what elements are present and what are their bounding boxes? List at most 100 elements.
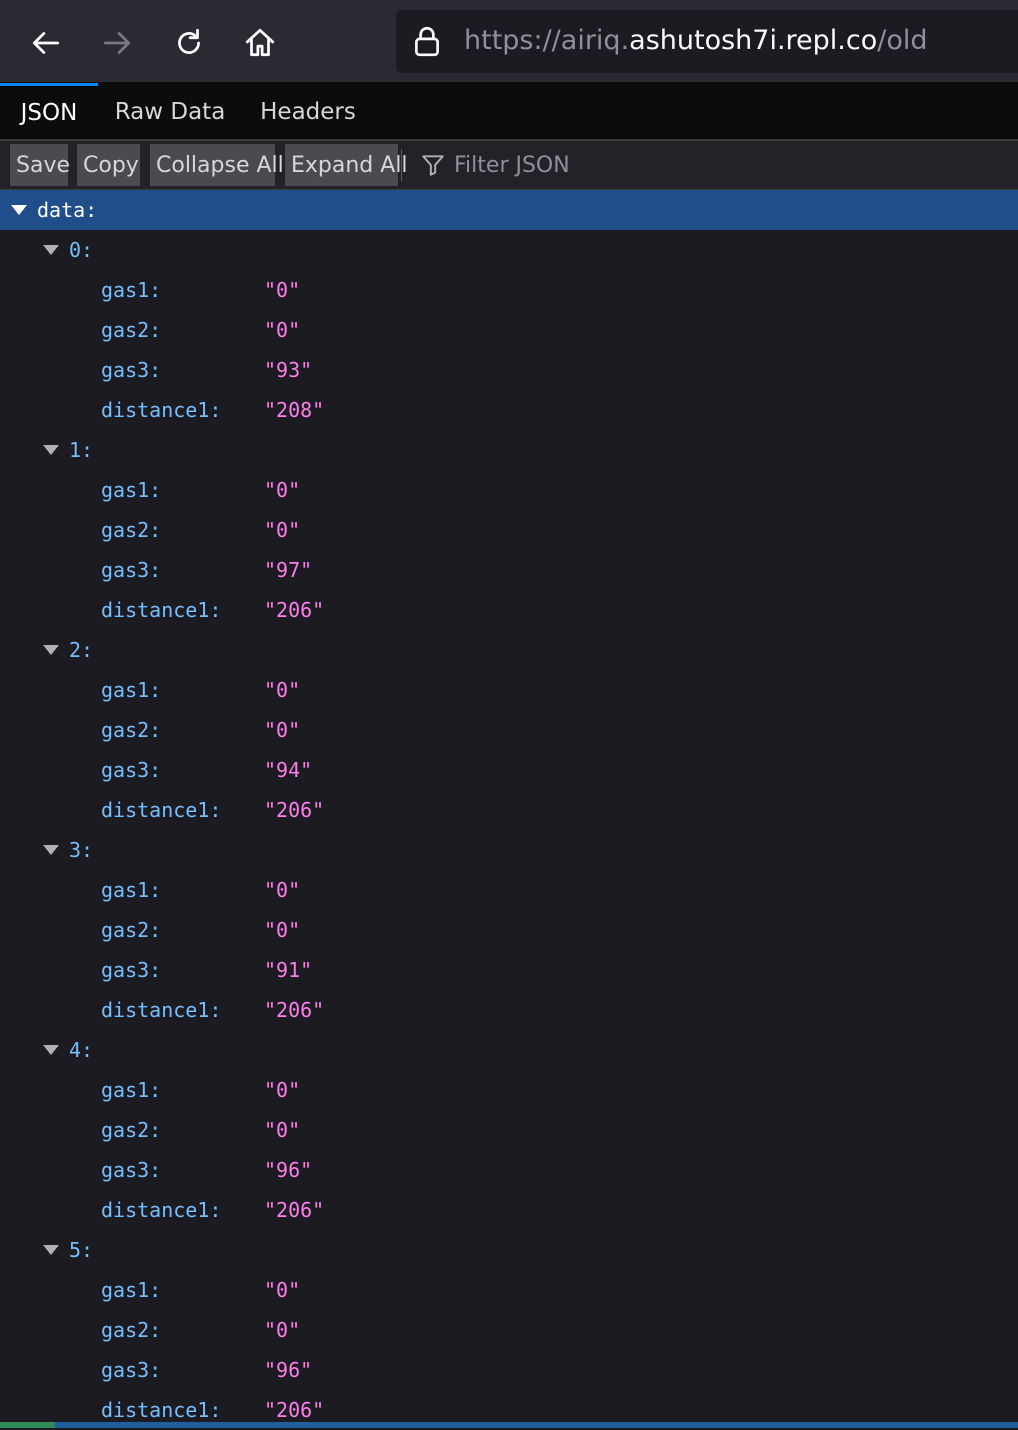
tree-row-field[interactable]: distance1: "206" (0, 990, 1018, 1030)
expand-toggle-icon[interactable] (43, 1045, 59, 1055)
tree-row-item[interactable]: 3: (0, 830, 1018, 870)
tree-row-field[interactable]: gas1: "0" (0, 270, 1018, 310)
expand-toggle-icon[interactable] (43, 1245, 59, 1255)
tab-json[interactable]: JSON (0, 83, 98, 139)
url-text[interactable]: https://airiq.ashutosh7i.repl.co/old (464, 23, 928, 59)
field-value: "0" (264, 1278, 301, 1302)
forward-button[interactable] (95, 21, 139, 65)
tree-row-field[interactable]: gas3: "94" (0, 750, 1018, 790)
field-value: "0" (264, 678, 301, 702)
field-key: gas3: (101, 758, 162, 782)
address-bar[interactable]: https://airiq.ashutosh7i.repl.co/old (396, 10, 1018, 73)
field-value: "96" (264, 1158, 313, 1182)
tree-row-data[interactable]: data: (0, 190, 1018, 230)
reload-button[interactable] (167, 21, 211, 65)
expand-toggle-icon[interactable] (43, 245, 59, 255)
field-value: "0" (264, 318, 301, 342)
expand-toggle-icon[interactable] (11, 205, 27, 215)
field-value: "94" (264, 758, 313, 782)
field-value: "91" (264, 958, 313, 982)
tree-row-field[interactable]: distance1: "206" (0, 590, 1018, 630)
filter-json-input[interactable] (452, 151, 956, 179)
reload-icon (178, 28, 200, 54)
tree-row-field[interactable]: gas2: "0" (0, 1310, 1018, 1350)
field-value: "0" (264, 518, 301, 542)
field-key: gas2: (101, 318, 162, 342)
tree-row-field[interactable]: gas3: "97" (0, 550, 1018, 590)
save-button[interactable]: Save (10, 144, 70, 186)
expand-all-button[interactable]: Expand All (285, 144, 408, 186)
field-key: distance1: (101, 1198, 222, 1222)
tree-row-field[interactable]: distance1: "206" (0, 790, 1018, 830)
field-value: "0" (264, 278, 301, 302)
expand-toggle-icon[interactable] (43, 645, 59, 655)
field-key: gas3: (101, 358, 162, 382)
tree-row-field[interactable]: distance1: "208" (0, 390, 1018, 430)
field-value: "206" (264, 798, 325, 822)
tree-row-field[interactable]: gas3: "96" (0, 1350, 1018, 1390)
tree-row-field[interactable]: gas2: "0" (0, 510, 1018, 550)
tree-key: 5: (69, 1238, 94, 1262)
filter-funnel-icon (422, 155, 444, 176)
field-value: "0" (264, 918, 301, 942)
expand-toggle-icon[interactable] (43, 445, 59, 455)
lock-icon[interactable] (410, 24, 444, 58)
field-key: gas3: (101, 558, 162, 582)
field-value: "208" (264, 398, 325, 422)
field-key: distance1: (101, 998, 222, 1022)
tree-row-item[interactable]: 2: (0, 630, 1018, 670)
toolbar-divider (401, 149, 402, 181)
tree-row-item[interactable]: 4: (0, 1030, 1018, 1070)
tree-row-field[interactable]: gas3: "91" (0, 950, 1018, 990)
field-key: gas3: (101, 958, 162, 982)
json-toolbar: Save Copy Collapse All Expand All (0, 141, 1018, 191)
back-button[interactable] (24, 21, 68, 65)
data-items: 0: gas1: "0" gas2: "0" gas3: "93" distance1: "20… (0, 230, 1018, 1430)
tree-row-field[interactable]: gas1: "0" (0, 1070, 1018, 1110)
tree-row-field[interactable]: gas2: "0" (0, 910, 1018, 950)
tree-row-field[interactable]: gas1: "0" (0, 470, 1018, 510)
tree-row-field[interactable]: gas1: "0" (0, 670, 1018, 710)
field-value: "0" (264, 1118, 301, 1142)
field-value: "0" (264, 718, 301, 742)
tree-row-item[interactable]: 5: (0, 1230, 1018, 1270)
tree-row-field[interactable]: gas2: "0" (0, 310, 1018, 350)
tab-raw-data[interactable]: Raw Data (104, 83, 236, 139)
field-key: gas2: (101, 1118, 162, 1142)
browser-toolbar: https://airiq.ashutosh7i.repl.co/old (0, 0, 1018, 83)
tree-row-field[interactable]: gas2: "0" (0, 710, 1018, 750)
collapse-all-button[interactable]: Collapse All (150, 144, 284, 186)
tree-row-field[interactable]: gas1: "0" (0, 870, 1018, 910)
tree-key: 1: (69, 438, 94, 462)
copy-button[interactable]: Copy (77, 144, 140, 186)
tree-key: 2: (69, 638, 94, 662)
tree-row-field[interactable]: gas3: "96" (0, 1150, 1018, 1190)
tree-row-field[interactable]: gas3: "93" (0, 350, 1018, 390)
forward-arrow-icon (103, 32, 131, 54)
field-value: "97" (264, 558, 313, 582)
tree-row-field[interactable]: gas2: "0" (0, 1110, 1018, 1150)
field-value: "0" (264, 878, 301, 902)
tree-row-field[interactable]: distance1: "206" (0, 1190, 1018, 1230)
tree-key: 3: (69, 838, 94, 862)
bottom-strip-segment (0, 1422, 55, 1428)
field-key: distance1: (101, 798, 222, 822)
back-arrow-icon (32, 32, 60, 54)
tree-row-item[interactable]: 0: (0, 230, 1018, 270)
field-key: gas1: (101, 1078, 162, 1102)
expand-toggle-icon[interactable] (43, 845, 59, 855)
tree-row-field[interactable]: gas1: "0" (0, 1270, 1018, 1310)
field-key: gas2: (101, 1318, 162, 1342)
field-value: "93" (264, 358, 313, 382)
field-key: gas3: (101, 1358, 162, 1382)
field-key: gas3: (101, 1158, 162, 1182)
bottom-status-strip (0, 1422, 1018, 1428)
field-key: distance1: (101, 398, 222, 422)
tree-row-item[interactable]: 1: (0, 430, 1018, 470)
field-value: "0" (264, 478, 301, 502)
tab-headers[interactable]: Headers (248, 83, 368, 139)
home-button[interactable] (238, 21, 282, 65)
field-value: "206" (264, 998, 325, 1022)
field-key: gas1: (101, 1278, 162, 1302)
filter-box[interactable] (406, 144, 1018, 186)
